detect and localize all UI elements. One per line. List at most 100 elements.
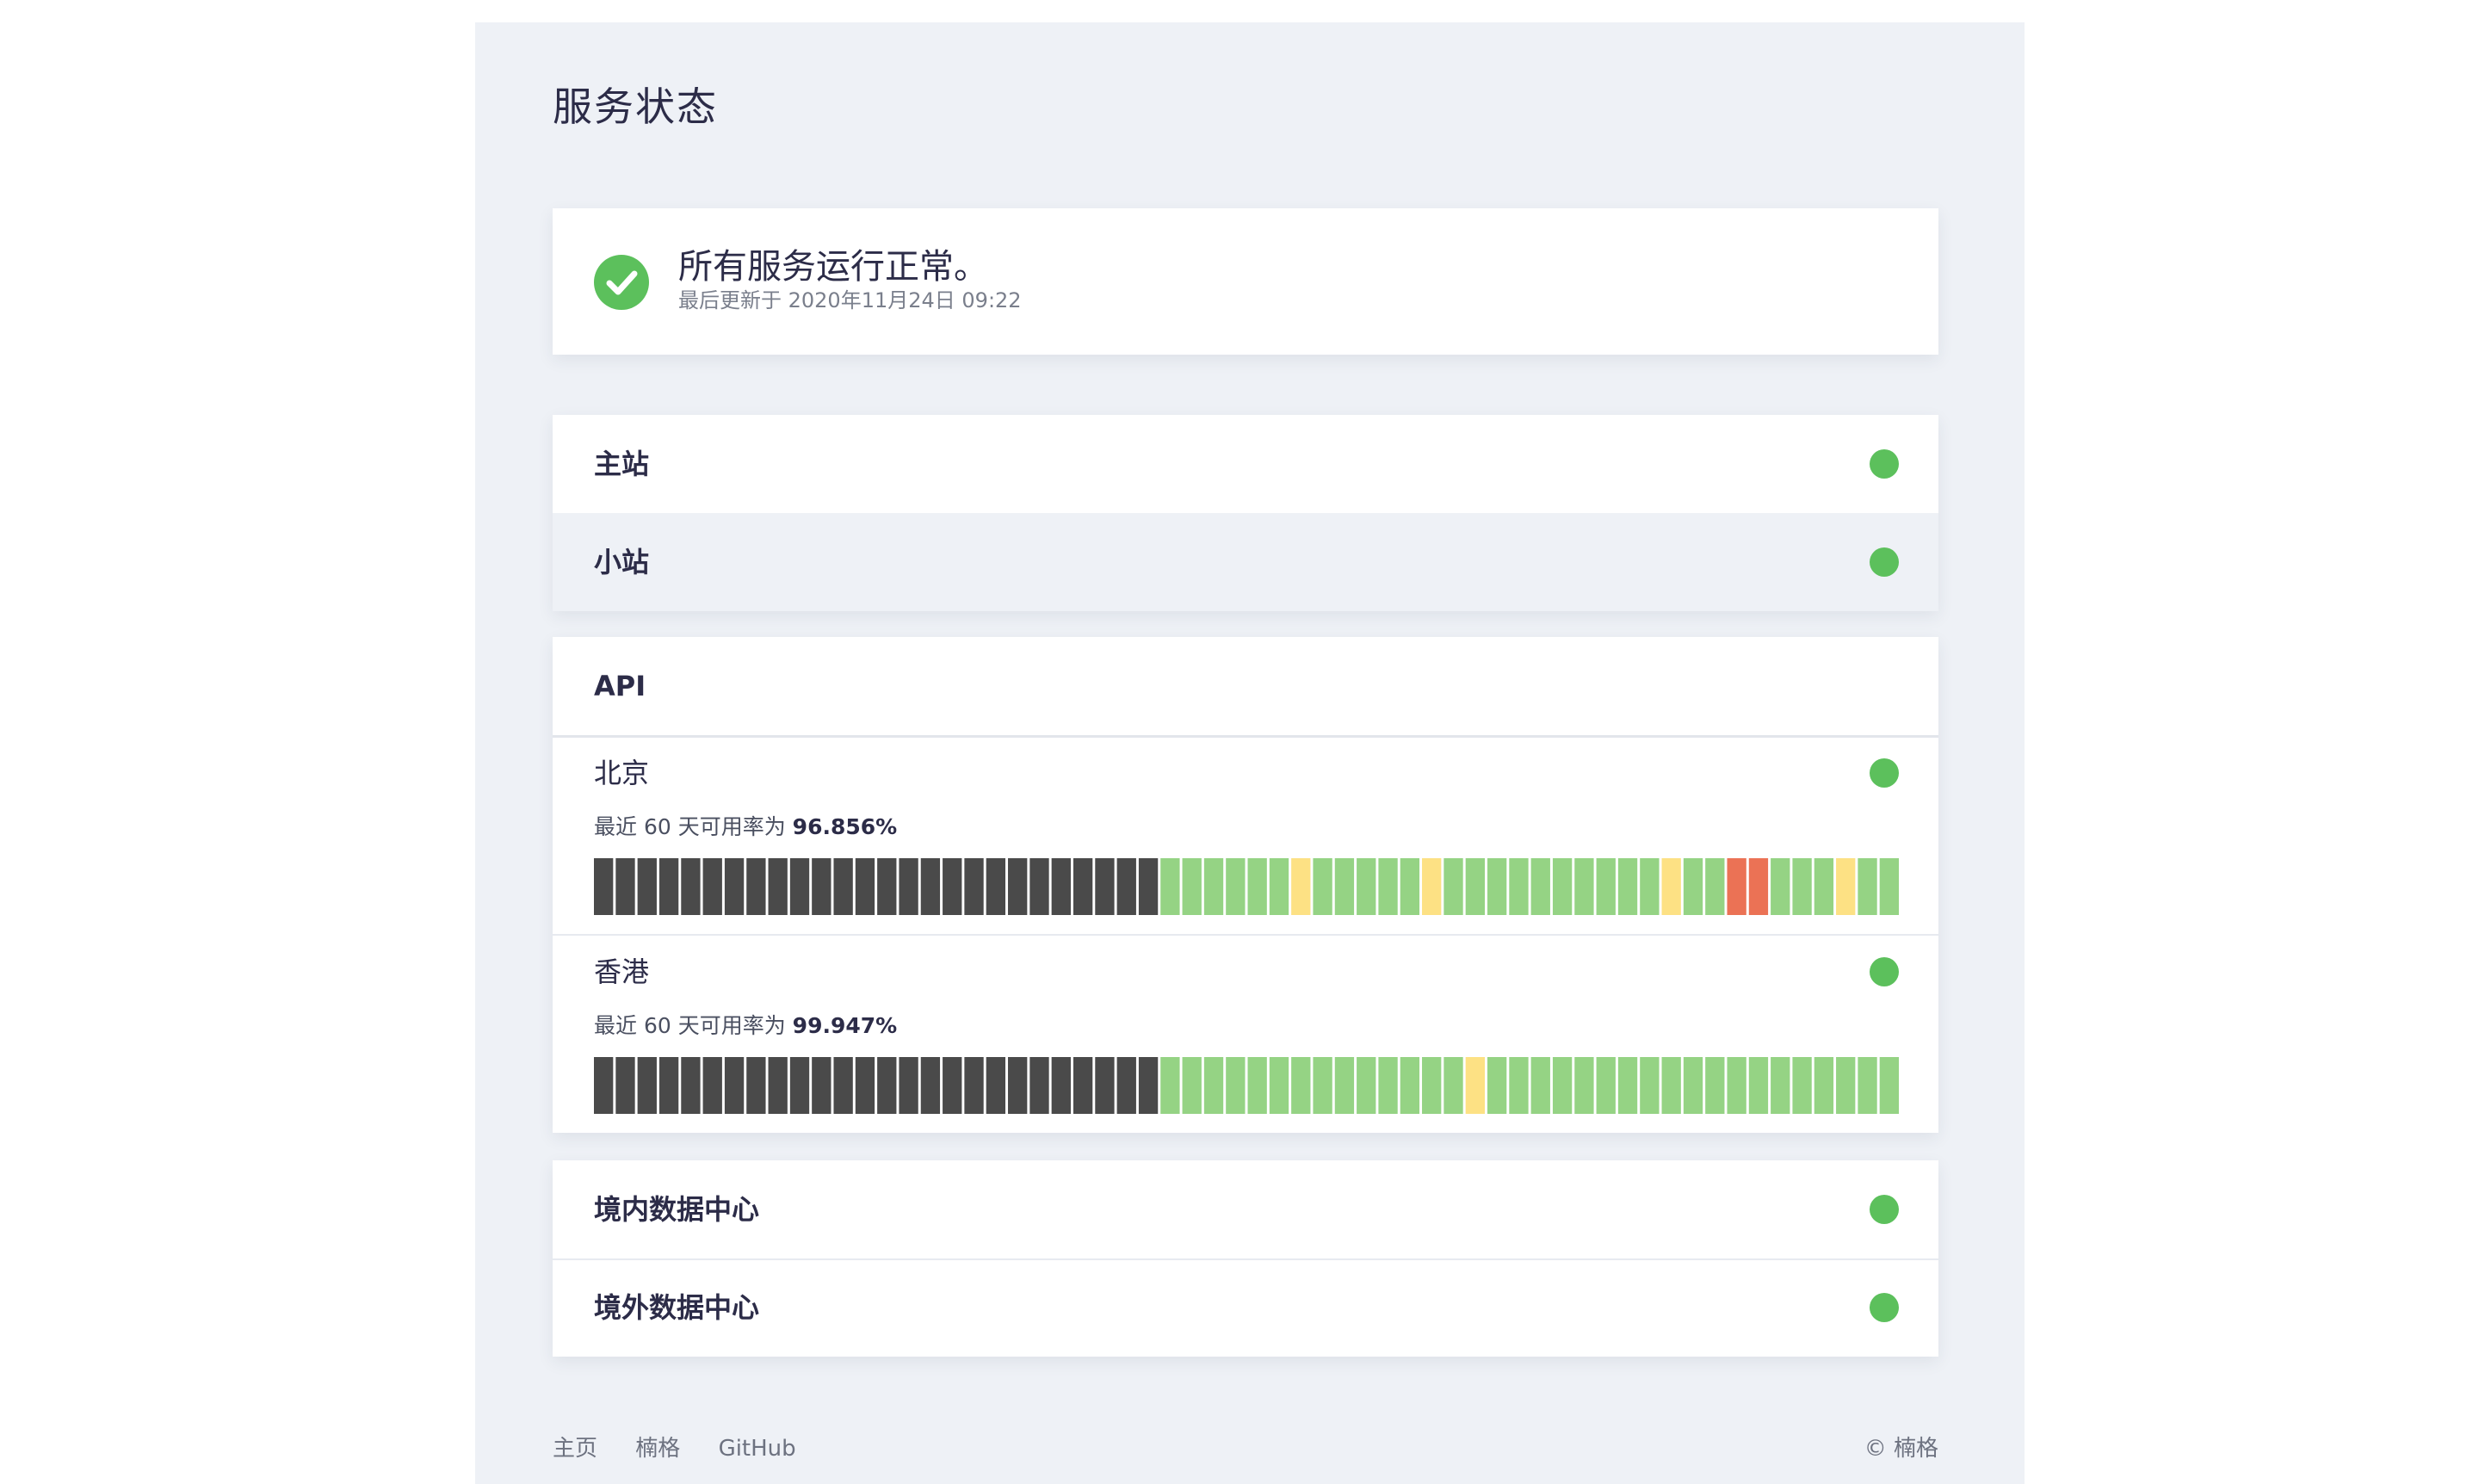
uptime-day-bar[interactable]: [877, 1057, 897, 1114]
uptime-day-bar[interactable]: [1748, 858, 1769, 915]
uptime-day-bar[interactable]: [1879, 1057, 1899, 1114]
uptime-day-bar[interactable]: [768, 1057, 788, 1114]
uptime-day-bar[interactable]: [964, 1057, 984, 1114]
uptime-day-bar[interactable]: [1334, 1057, 1355, 1114]
uptime-day-bar[interactable]: [1095, 1057, 1115, 1114]
uptime-day-bar[interactable]: [724, 858, 745, 915]
footer-link-nange[interactable]: 楠格: [635, 1436, 680, 1462]
uptime-day-bar[interactable]: [1247, 858, 1267, 915]
uptime-day-bar[interactable]: [1792, 858, 1812, 915]
uptime-day-bar[interactable]: [615, 858, 635, 915]
uptime-day-bar[interactable]: [899, 858, 918, 915]
uptime-day-bar[interactable]: [1378, 1057, 1398, 1114]
uptime-day-bar[interactable]: [1422, 1057, 1442, 1114]
uptime-day-bar[interactable]: [1552, 858, 1573, 915]
uptime-day-bar[interactable]: [1465, 858, 1485, 915]
uptime-day-bar[interactable]: [1029, 1057, 1049, 1114]
uptime-day-bar[interactable]: [1247, 1057, 1267, 1114]
uptime-day-bar[interactable]: [1530, 858, 1550, 915]
api-group-header[interactable]: API: [553, 637, 1938, 738]
uptime-day-bar[interactable]: [1683, 858, 1703, 915]
uptime-day-bar[interactable]: [1073, 1057, 1093, 1114]
uptime-day-bar[interactable]: [1814, 1057, 1834, 1114]
uptime-day-bar[interactable]: [1138, 1057, 1159, 1114]
uptime-day-bar[interactable]: [768, 858, 788, 915]
uptime-day-bar[interactable]: [1509, 1057, 1529, 1114]
uptime-day-bar[interactable]: [1226, 858, 1246, 915]
uptime-day-bar[interactable]: [1771, 1057, 1790, 1114]
uptime-day-bar[interactable]: [1051, 1057, 1071, 1114]
uptime-day-bar[interactable]: [789, 1057, 810, 1114]
uptime-day-bar[interactable]: [855, 858, 875, 915]
uptime-day-bar[interactable]: [1095, 858, 1115, 915]
uptime-day-bar[interactable]: [746, 1057, 766, 1114]
uptime-day-bar[interactable]: [1291, 1057, 1311, 1114]
uptime-day-bar[interactable]: [1574, 858, 1594, 915]
uptime-day-bar[interactable]: [1574, 1057, 1594, 1114]
uptime-day-bar[interactable]: [1509, 858, 1529, 915]
uptime-day-bar[interactable]: [1879, 858, 1899, 915]
uptime-day-bar[interactable]: [1073, 858, 1093, 915]
uptime-day-bar[interactable]: [855, 1057, 875, 1114]
uptime-day-bar[interactable]: [1378, 858, 1398, 915]
uptime-day-bar[interactable]: [1487, 858, 1507, 915]
uptime-day-bar[interactable]: [1640, 1057, 1660, 1114]
uptime-day-bar[interactable]: [1617, 858, 1638, 915]
uptime-day-bar[interactable]: [1444, 858, 1463, 915]
uptime-day-bar[interactable]: [1203, 858, 1224, 915]
uptime-day-bar[interactable]: [833, 1057, 853, 1114]
uptime-day-bar[interactable]: [1400, 1057, 1420, 1114]
uptime-day-bar[interactable]: [1858, 1057, 1877, 1114]
uptime-day-bar[interactable]: [1116, 858, 1136, 915]
uptime-day-bar[interactable]: [1444, 1057, 1463, 1114]
uptime-day-bar[interactable]: [681, 1057, 701, 1114]
uptime-day-bar[interactable]: [1705, 1057, 1725, 1114]
uptime-day-bar[interactable]: [1051, 858, 1071, 915]
uptime-day-bar[interactable]: [1291, 858, 1311, 915]
uptime-day-bar[interactable]: [1792, 1057, 1812, 1114]
uptime-day-bar[interactable]: [658, 858, 679, 915]
uptime-day-bar[interactable]: [986, 858, 1006, 915]
uptime-day-bar[interactable]: [1465, 1057, 1485, 1114]
uptime-day-bar[interactable]: [1596, 858, 1616, 915]
uptime-day-bar[interactable]: [1334, 858, 1355, 915]
uptime-day-bar[interactable]: [1487, 1057, 1507, 1114]
uptime-day-bar[interactable]: [615, 1057, 635, 1114]
uptime-day-bar[interactable]: [899, 1057, 918, 1114]
uptime-day-bar[interactable]: [1226, 1057, 1246, 1114]
uptime-day-bar[interactable]: [1640, 858, 1660, 915]
uptime-day-bar[interactable]: [1182, 858, 1202, 915]
uptime-day-bar[interactable]: [702, 1057, 722, 1114]
uptime-day-bar[interactable]: [1858, 858, 1877, 915]
uptime-day-bar[interactable]: [1422, 858, 1442, 915]
uptime-day-bar[interactable]: [920, 858, 941, 915]
uptime-day-bar[interactable]: [1727, 1057, 1746, 1114]
uptime-day-bar[interactable]: [789, 858, 810, 915]
uptime-day-bar[interactable]: [1203, 1057, 1224, 1114]
uptime-day-bar[interactable]: [658, 1057, 679, 1114]
uptime-day-bar[interactable]: [702, 858, 722, 915]
uptime-day-bar[interactable]: [637, 1057, 657, 1114]
uptime-day-bar[interactable]: [986, 1057, 1006, 1114]
uptime-day-bar[interactable]: [1836, 858, 1856, 915]
uptime-day-bar[interactable]: [1138, 858, 1159, 915]
uptime-day-bar[interactable]: [637, 858, 657, 915]
uptime-day-bar[interactable]: [1596, 1057, 1616, 1114]
uptime-day-bar[interactable]: [1683, 1057, 1703, 1114]
uptime-day-bar[interactable]: [1705, 858, 1725, 915]
service-row-overseas-dc[interactable]: 境外数据中心: [553, 1258, 1938, 1357]
uptime-day-bar[interactable]: [1160, 858, 1180, 915]
uptime-day-bar[interactable]: [594, 858, 614, 915]
uptime-day-bar[interactable]: [681, 858, 701, 915]
uptime-day-bar[interactable]: [1617, 1057, 1638, 1114]
uptime-day-bar[interactable]: [1357, 858, 1376, 915]
uptime-day-bar[interactable]: [594, 1057, 614, 1114]
uptime-day-bar[interactable]: [1814, 858, 1834, 915]
uptime-day-bar[interactable]: [1727, 858, 1746, 915]
footer-link-github[interactable]: GitHub: [719, 1436, 796, 1462]
uptime-day-bar[interactable]: [1116, 1057, 1136, 1114]
uptime-day-bar[interactable]: [1357, 1057, 1376, 1114]
uptime-day-bar[interactable]: [943, 858, 962, 915]
uptime-day-bar[interactable]: [812, 858, 831, 915]
uptime-day-bar[interactable]: [1269, 1057, 1289, 1114]
